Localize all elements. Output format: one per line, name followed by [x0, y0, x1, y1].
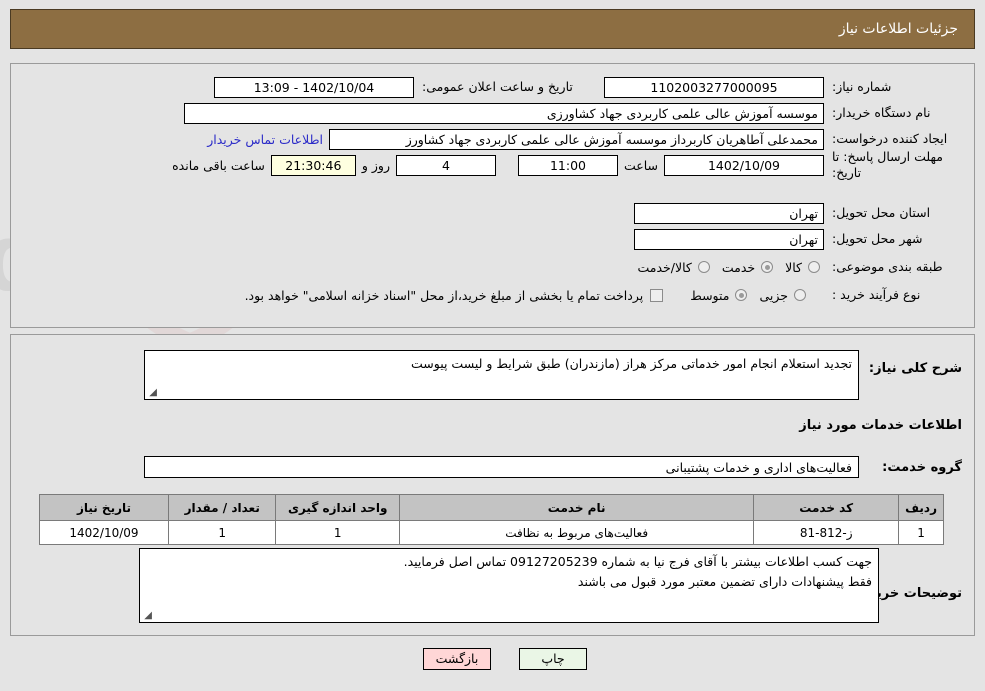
summary-textarea[interactable]: تجدید استعلام انجام امور خدماتی مرکز هرا… — [144, 350, 859, 400]
days-separator: روز و — [361, 157, 390, 173]
row-process-type: نوع فرآیند خرید : جزیی متوسط پرداخت تمام… — [11, 282, 974, 308]
table-header-row: ردیف کد خدمت نام خدمت واحد اندازه گیری ت… — [39, 494, 944, 521]
announce-value: 1402/10/04 - 13:09 — [214, 76, 414, 98]
need-number-value: 1102003277000095 — [604, 76, 824, 98]
treasury-checkbox[interactable] — [650, 288, 664, 302]
hour-value: 11:00 — [517, 154, 618, 176]
print-button[interactable]: چاپ — [519, 648, 587, 670]
radio-category-1-label: خدمت — [721, 259, 756, 275]
deadline-date: 1402/10/09 — [664, 154, 824, 176]
need-number-label: شماره نیاز: — [832, 78, 892, 94]
days-value: 4 — [395, 154, 496, 176]
page-root: AriaTender.net جزئیات اطلاعات نیاز شماره… — [0, 0, 985, 691]
deadline-label: مهلت ارسال پاسخ: تا تاریخ: — [832, 149, 943, 180]
col-qty: تعداد / مقدار — [167, 494, 277, 521]
radio-category-2[interactable] — [697, 261, 710, 273]
province-label: استان محل تحویل: — [832, 204, 931, 220]
services-heading: اطلاعات خدمات مورد نیاز — [799, 418, 962, 433]
timer-suffix: ساعت باقی مانده — [172, 157, 265, 173]
resize-grip-icon[interactable]: ◢ — [142, 611, 152, 621]
treasury-text: پرداخت تمام یا بخشی از مبلغ خرید،از محل … — [244, 287, 644, 303]
buyer-notes-textarea[interactable]: جهت کسب اطلاعات بیشتر با آقای فرج نیا به… — [139, 548, 879, 623]
hour-label: ساعت — [623, 157, 658, 173]
col-unit: واحد اندازه گیری — [275, 494, 401, 521]
need-info-panel: شماره نیاز: 1102003277000095 تاریخ و ساع… — [10, 63, 975, 328]
announce-label: تاریخ و ساعت اعلان عمومی: — [422, 78, 573, 94]
province-value: تهران — [634, 202, 824, 224]
row-need-number: شماره نیاز: 1102003277000095 تاریخ و ساع… — [11, 74, 974, 100]
creator-value: محمدعلی آطاهریان کاربرداز موسسه آموزش عا… — [329, 128, 824, 150]
buyer-contact-link[interactable]: اطلاعات تماس خریدار — [201, 132, 329, 147]
row-city: شهر محل تحویل: تهران — [11, 226, 974, 252]
cell-qty: 1 — [167, 520, 277, 545]
buyer-org-label: نام دستگاه خریدار: — [832, 104, 931, 120]
cell-row: 1 — [898, 520, 944, 545]
service-group-field: فعالیت‌های اداری و خدمات پشتیبانی — [144, 456, 859, 478]
service-items-table: ردیف کد خدمت نام خدمت واحد اندازه گیری ت… — [39, 494, 944, 545]
row-province: استان محل تحویل: تهران — [11, 200, 974, 226]
col-name: نام خدمت — [399, 494, 755, 521]
cell-unit: 1 — [275, 520, 401, 545]
summary-label: شرح کلی نیاز: — [868, 361, 962, 376]
buyer-notes-line-0: جهت کسب اطلاعات بیشتر با آقای فرج نیا به… — [403, 554, 872, 569]
radio-process-0-label: جزیی — [759, 287, 788, 303]
col-row: ردیف — [898, 494, 944, 521]
countdown-timer: 21:30:46 — [270, 154, 356, 176]
table-row: 1 ز-812-81 فعالیت‌های مربوط به نظافت 1 1… — [39, 520, 944, 545]
row-deadline: مهلت ارسال پاسخ: تا تاریخ: 1402/10/09 سا… — [11, 149, 974, 180]
need-details-panel: شرح کلی نیاز: تجدید استعلام انجام امور خ… — [10, 334, 975, 636]
row-creator: ایجاد کننده درخواست: محمدعلی آطاهریان کا… — [11, 126, 974, 152]
radio-category-0[interactable] — [808, 261, 820, 273]
radio-category-0-label: کالا — [785, 259, 802, 275]
header-bar: جزئیات اطلاعات نیاز — [10, 9, 975, 49]
cell-code: ز-812-81 — [753, 520, 900, 545]
process-label: نوع فرآیند خرید : — [832, 286, 921, 302]
resize-grip-icon[interactable]: ◢ — [147, 388, 157, 398]
radio-category-2-label: کالا/خدمت — [637, 259, 692, 275]
service-group-value: فعالیت‌های اداری و خدمات پشتیبانی — [665, 460, 852, 475]
back-button[interactable]: بازگشت — [423, 648, 491, 670]
row-buyer-org: نام دستگاه خریدار: موسسه آموزش عالی علمی… — [11, 100, 974, 126]
service-group-label: گروه خدمت: — [882, 460, 962, 475]
page-title: جزئیات اطلاعات نیاز — [838, 21, 958, 37]
radio-process-1[interactable] — [735, 289, 748, 301]
category-label: طبقه بندی موضوعی: — [832, 258, 943, 274]
buyer-notes-line-1: فقط پیشنهادات دارای تضمین معتبر مورد قبو… — [577, 574, 872, 589]
cell-name: فعالیت‌های مربوط به نظافت — [399, 520, 755, 545]
radio-category-1[interactable] — [761, 261, 774, 273]
radio-process-0[interactable] — [794, 289, 806, 301]
radio-process-1-label: متوسط — [690, 287, 730, 303]
city-value: تهران — [634, 228, 824, 250]
cell-need-date: 1402/10/09 — [39, 520, 169, 545]
city-label: شهر محل تحویل: — [832, 230, 923, 246]
col-need-date: تاریخ نیاز — [39, 494, 169, 521]
col-code: کد خدمت — [753, 494, 900, 521]
summary-value: تجدید استعلام انجام امور خدماتی مرکز هرا… — [411, 356, 852, 371]
creator-label: ایجاد کننده درخواست: — [832, 130, 948, 146]
buyer-org-value: موسسه آموزش عالی علمی کاربردی جهاد کشاور… — [184, 102, 824, 124]
row-category: طبقه بندی موضوعی: کالا خدمت کالا/خدمت — [11, 254, 974, 280]
